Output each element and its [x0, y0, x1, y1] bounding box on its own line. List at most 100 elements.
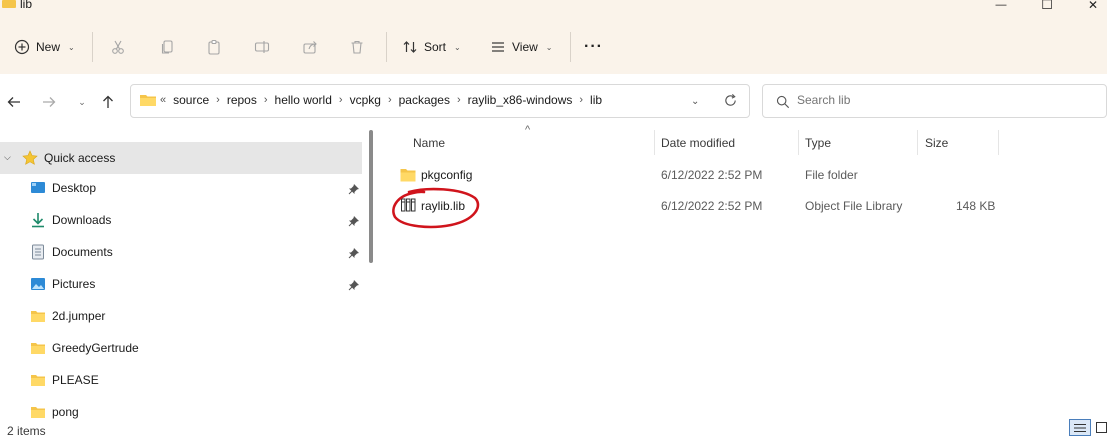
document-icon: [32, 244, 44, 260]
maximize-button[interactable]: ☐: [1024, 0, 1070, 16]
column-header-size[interactable]: Size: [925, 136, 948, 150]
sort-ascending-icon: ^: [525, 124, 531, 136]
close-button[interactable]: ✕: [1070, 0, 1107, 16]
column-header-type[interactable]: Type: [805, 136, 831, 150]
file-list: ^ Name Date modified Type Size pkgconfig…: [380, 124, 1107, 420]
table-row[interactable]: pkgconfig 6/12/2022 2:52 PM File folder: [380, 160, 1107, 190]
copy-icon: [161, 40, 173, 54]
file-date: 6/12/2022 2:52 PM: [661, 199, 763, 213]
toolbar-divider: [92, 32, 93, 62]
toolbar-divider: [570, 32, 571, 62]
sidebar-item-pong[interactable]: pong: [0, 396, 362, 428]
view-button[interactable]: View ⌄: [484, 32, 559, 62]
sidebar-item-pictures[interactable]: Pictures: [0, 268, 362, 300]
sidebar-item-greedygertrude[interactable]: GreedyGertrude: [0, 332, 362, 364]
pin-icon[interactable]: [348, 279, 360, 291]
rename-button[interactable]: [248, 32, 276, 62]
sidebar-item-downloads[interactable]: Downloads: [0, 204, 362, 236]
sort-button[interactable]: Sort ⌄: [396, 32, 467, 62]
forward-button[interactable]: [35, 88, 63, 116]
chevron-right-icon[interactable]: ›: [454, 94, 464, 106]
breadcrumb-item-current[interactable]: lib: [586, 93, 606, 107]
sidebar-item-label: Desktop: [52, 181, 97, 195]
plus-icon: [14, 39, 30, 55]
search-input[interactable]: [797, 93, 1077, 107]
chevron-down-icon[interactable]: ⌵: [4, 152, 11, 163]
annotation-circle: [392, 187, 480, 229]
close-icon: ✕: [1087, 0, 1099, 12]
tiles-view-icon: [1095, 422, 1107, 433]
title-bar: lib — ☐ ✕: [0, 0, 1107, 16]
sidebar-item-2d-jumper[interactable]: 2d.jumper: [0, 300, 362, 332]
file-name: pkgconfig: [421, 168, 473, 182]
sidebar-item-label: Downloads: [52, 213, 112, 227]
cut-button[interactable]: [104, 32, 132, 62]
folder-icon: [31, 311, 45, 322]
desktop-icon: [31, 182, 45, 193]
details-view-button[interactable]: [1069, 419, 1091, 436]
folder-icon: [31, 343, 45, 354]
address-bar[interactable]: « source › repos › hello world › vcpkg ›…: [130, 84, 750, 118]
column-divider[interactable]: [798, 130, 799, 155]
refresh-button[interactable]: [723, 93, 738, 111]
column-divider[interactable]: [917, 130, 918, 155]
command-bar: New ⌄ Sort ⌄ View ⌄ ···: [0, 16, 1107, 74]
rename-icon: [254, 41, 270, 53]
table-row[interactable]: raylib.lib 6/12/2022 2:52 PM Object File…: [380, 191, 1107, 221]
folder-icon: [400, 169, 416, 182]
chevron-down-icon: ⌄: [691, 96, 700, 107]
more-options-button[interactable]: ···: [578, 32, 609, 62]
paste-icon: [208, 39, 220, 55]
paste-button[interactable]: [200, 32, 228, 62]
new-button[interactable]: New ⌄: [8, 32, 81, 62]
recent-locations-button[interactable]: ⌄: [68, 88, 96, 116]
sidebar-scrollbar[interactable]: [369, 130, 373, 263]
sidebar-item-desktop[interactable]: Desktop: [0, 172, 362, 204]
up-button[interactable]: [94, 88, 122, 116]
copy-button[interactable]: [153, 32, 181, 62]
search-box[interactable]: [762, 84, 1107, 118]
more-icon: ···: [584, 38, 603, 55]
chevron-right-icon[interactable]: ›: [385, 94, 395, 106]
column-divider[interactable]: [998, 130, 999, 155]
breadcrumb: « source › repos › hello world › vcpkg ›…: [139, 93, 606, 107]
file-size: 148 KB: [956, 199, 996, 213]
share-button[interactable]: [296, 32, 324, 62]
download-icon: [32, 213, 44, 228]
chevron-right-icon[interactable]: ›: [213, 94, 223, 106]
file-date: 6/12/2022 2:52 PM: [661, 168, 763, 182]
address-history-button[interactable]: ⌄: [691, 93, 699, 107]
pin-icon[interactable]: [348, 215, 360, 227]
pin-icon[interactable]: [348, 247, 360, 259]
delete-icon: [351, 40, 363, 54]
sidebar-item-documents[interactable]: Documents: [0, 236, 362, 268]
sidebar-item-please[interactable]: PLEASE: [0, 364, 362, 396]
column-header-name[interactable]: Name: [413, 136, 445, 150]
delete-button[interactable]: [343, 32, 371, 62]
pin-icon[interactable]: [348, 183, 360, 195]
minimize-button[interactable]: —: [978, 0, 1024, 16]
chevron-down-icon: ⌄: [78, 96, 86, 107]
breadcrumb-item[interactable]: vcpkg: [346, 93, 385, 107]
back-button[interactable]: [0, 88, 28, 116]
share-icon: [303, 41, 317, 54]
status-item-count: 2 items: [7, 424, 46, 436]
minimize-icon: —: [995, 0, 1007, 11]
folder-icon: [2, 0, 16, 8]
breadcrumb-item[interactable]: packages: [395, 93, 454, 107]
overflow-icon[interactable]: «: [157, 94, 169, 106]
folder-icon: [31, 407, 45, 418]
chevron-down-icon: ⌄: [454, 42, 461, 52]
large-icons-view-button[interactable]: [1095, 419, 1107, 436]
breadcrumb-item[interactable]: source: [169, 93, 213, 107]
column-divider[interactable]: [654, 130, 655, 155]
breadcrumb-item[interactable]: raylib_x86-windows: [464, 93, 577, 107]
maximize-icon: ☐: [1041, 0, 1053, 12]
breadcrumb-item[interactable]: hello world: [271, 93, 336, 107]
chevron-right-icon[interactable]: ›: [576, 94, 586, 106]
sidebar-item-quick-access[interactable]: ⌵ Quick access: [0, 142, 362, 174]
chevron-right-icon[interactable]: ›: [261, 94, 271, 106]
breadcrumb-item[interactable]: repos: [223, 93, 261, 107]
column-header-date[interactable]: Date modified: [661, 136, 735, 150]
chevron-right-icon[interactable]: ›: [336, 94, 346, 106]
